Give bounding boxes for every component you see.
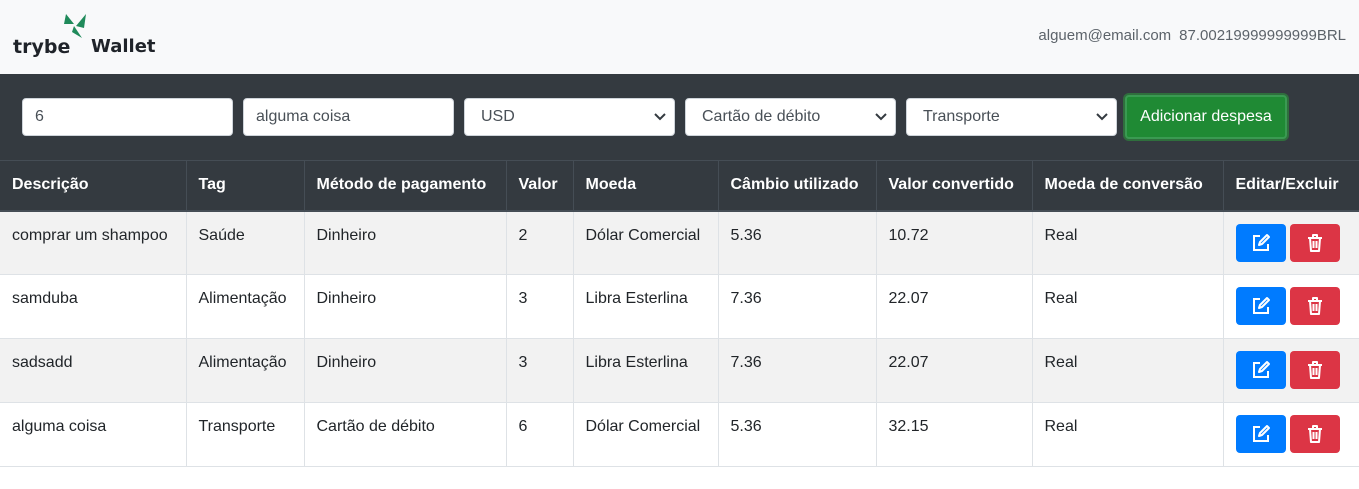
expense-form: USD Cartão de débito Transporte Adiciona…	[0, 74, 1359, 160]
cell-description: sadsadd	[0, 338, 187, 403]
delete-button[interactable]	[1289, 351, 1340, 389]
trash-icon	[1307, 361, 1322, 379]
chevron-down-icon	[654, 113, 666, 121]
tag-select-value: Transporte	[923, 108, 1000, 125]
header-edit-delete: Editar/Excluir	[1223, 160, 1359, 212]
cell-currency: Libra Esterlina	[573, 274, 719, 339]
header-value: Valor	[506, 160, 574, 212]
cell-currency: Libra Esterlina	[573, 338, 719, 403]
trybe-wallet-logo: trybe Wallet	[13, 10, 163, 60]
header-conversion-currency: Moeda de conversão	[1032, 160, 1224, 212]
header-currency: Moeda	[573, 160, 719, 212]
currency-select-value: USD	[481, 108, 515, 125]
edit-icon	[1252, 297, 1270, 314]
cell-method: Dinheiro	[304, 210, 507, 275]
cell-conversion-currency: Real	[1032, 338, 1224, 403]
table-row: comprar um shampoo Saúde Dinheiro 2 Dóla…	[0, 210, 1359, 275]
edit-button[interactable]	[1235, 415, 1286, 453]
header-converted-value: Valor convertido	[876, 160, 1033, 212]
cell-converted-value: 22.07	[876, 338, 1033, 403]
cell-conversion-currency: Real	[1032, 274, 1224, 339]
logo-wallet-text: Wallet	[91, 36, 156, 57]
edit-icon	[1252, 425, 1270, 442]
cell-exchange-rate: 5.36	[718, 402, 877, 467]
logo-trybe-text: trybe	[13, 36, 71, 58]
add-expense-button[interactable]: Adicionar despesa	[1125, 95, 1287, 139]
edit-button[interactable]	[1235, 351, 1286, 389]
cell-currency: Dólar Comercial	[573, 210, 719, 275]
table-row: sadsadd Alimentação Dinheiro 3 Libra Est…	[0, 338, 1359, 403]
cell-description: comprar um shampoo	[0, 210, 187, 275]
value-input[interactable]	[22, 98, 233, 136]
tag-select[interactable]: Transporte	[906, 98, 1117, 136]
cell-tag: Alimentação	[186, 338, 305, 403]
cell-value: 2	[506, 210, 574, 275]
cell-value: 3	[506, 274, 574, 339]
description-input[interactable]	[243, 98, 454, 136]
trash-icon	[1307, 233, 1322, 252]
cell-description: alguma coisa	[0, 402, 187, 467]
delete-button[interactable]	[1289, 223, 1340, 262]
cell-value: 6	[506, 402, 574, 467]
cell-method: Dinheiro	[304, 274, 507, 339]
cell-exchange-rate: 7.36	[718, 338, 877, 403]
cell-description: samduba	[0, 274, 187, 339]
cell-tag: Alimentação	[186, 274, 305, 339]
cell-converted-value: 22.07	[876, 274, 1033, 339]
delete-button[interactable]	[1289, 415, 1340, 453]
header-description: Descrição	[0, 160, 187, 212]
cell-method: Cartão de débito	[304, 402, 507, 467]
currency-select[interactable]: USD	[464, 98, 675, 136]
trash-icon	[1307, 297, 1322, 315]
edit-button[interactable]	[1235, 287, 1286, 325]
cell-tag: Saúde	[186, 210, 305, 275]
cell-actions	[1223, 402, 1359, 467]
cell-currency: Dólar Comercial	[573, 402, 719, 467]
cell-converted-value: 10.72	[876, 210, 1033, 275]
trash-icon	[1307, 425, 1322, 443]
user-email: alguem@email.com	[1038, 27, 1172, 44]
cell-tag: Transporte	[186, 402, 305, 467]
table-header-row: Descrição Tag Método de pagamento Valor …	[0, 160, 1359, 212]
method-select-value: Cartão de débito	[702, 108, 821, 125]
cell-method: Dinheiro	[304, 338, 507, 403]
delete-button[interactable]	[1289, 287, 1340, 325]
cell-actions	[1223, 274, 1359, 339]
cell-converted-value: 32.15	[876, 402, 1033, 467]
chevron-down-icon	[875, 113, 887, 121]
header-tag: Tag	[186, 160, 305, 212]
total-expenses: 87.00219999999999BRL	[1179, 27, 1346, 44]
expenses-table: Descrição Tag Método de pagamento Valor …	[0, 160, 1359, 467]
cell-conversion-currency: Real	[1032, 402, 1224, 467]
cell-conversion-currency: Real	[1032, 210, 1224, 275]
edit-icon	[1252, 233, 1270, 251]
cell-value: 3	[506, 338, 574, 403]
header-method: Método de pagamento	[304, 160, 507, 212]
method-select[interactable]: Cartão de débito	[685, 98, 896, 136]
edit-button[interactable]	[1235, 223, 1286, 262]
cell-exchange-rate: 7.36	[718, 274, 877, 339]
chevron-down-icon	[1096, 113, 1108, 121]
table-row: alguma coisa Transporte Cartão de débito…	[0, 402, 1359, 467]
header-user-info: alguem@email.com 87.00219999999999BRL	[1038, 27, 1346, 44]
table-row: samduba Alimentação Dinheiro 3 Libra Est…	[0, 274, 1359, 339]
cell-actions	[1223, 210, 1359, 275]
edit-icon	[1252, 361, 1270, 378]
app-header: trybe Wallet alguem@email.com 87.00219999…	[0, 0, 1359, 74]
header-exchange-rate: Câmbio utilizado	[718, 160, 877, 212]
cell-exchange-rate: 5.36	[718, 210, 877, 275]
cell-actions	[1223, 338, 1359, 403]
